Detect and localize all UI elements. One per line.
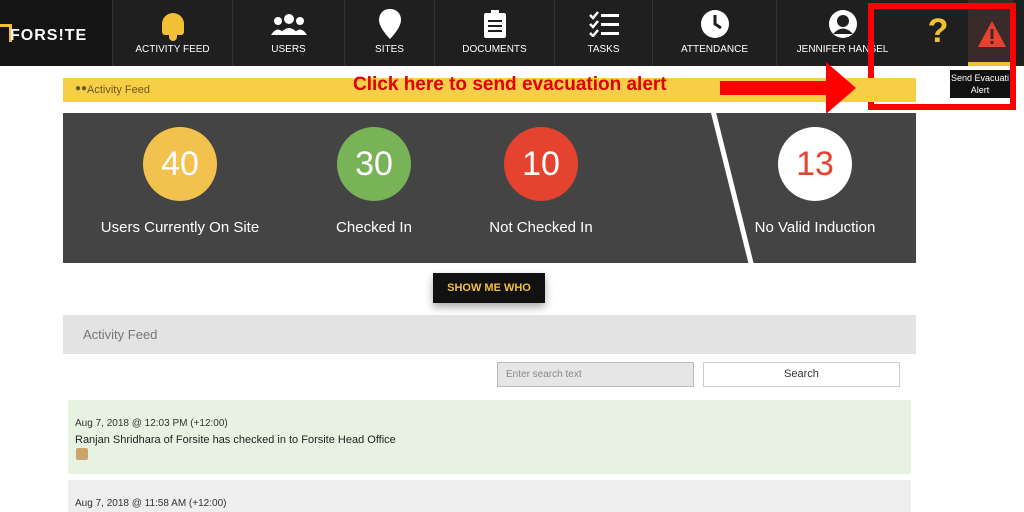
feed-entry: Aug 7, 2018 @ 11:58 AM (+12:00) — [68, 480, 911, 512]
logo-text: FORS!TE — [10, 27, 88, 44]
nav-activity-feed[interactable]: ACTIVITY FEED — [112, 0, 232, 66]
nav-label: USERS — [271, 44, 306, 55]
entry-timestamp: Aug 7, 2018 @ 12:03 PM (+12:00) — [75, 418, 228, 429]
bell-icon — [113, 8, 232, 41]
checklist-icon — [555, 8, 652, 40]
feed-title: Activity Feed — [83, 327, 158, 342]
search-input[interactable]: Enter search text — [497, 362, 694, 387]
nav-label: ACTIVITY FEED — [135, 44, 210, 55]
nav-label: TASKS — [587, 44, 620, 55]
stat-users-on-site[interactable]: 40 Users Currently On Site — [80, 127, 280, 236]
nav-users[interactable]: USERS — [232, 0, 344, 66]
stats-panel: 40 Users Currently On Site 30 Checked In… — [63, 113, 916, 263]
users-icon — [233, 8, 344, 40]
stat-not-checked-in[interactable]: 10 Not Checked In — [441, 127, 641, 236]
stat-no-valid-induction[interactable]: 13 No Valid Induction — [715, 127, 915, 236]
map-pin-icon — [345, 8, 434, 40]
feed-entry: Aug 7, 2018 @ 12:03 PM (+12:00) Ranjan S… — [68, 400, 911, 474]
clipboard-icon — [435, 8, 554, 40]
stat-circle: 40 — [143, 127, 217, 201]
activity-feed-header: Activity Feed — [63, 315, 916, 354]
entry-timestamp: Aug 7, 2018 @ 11:58 AM (+12:00) — [75, 498, 227, 509]
nav-tasks[interactable]: TASKS — [554, 0, 652, 66]
nav-label: ATTENDANCE — [680, 44, 749, 55]
show-me-area: SHOW ME WHO — [63, 263, 916, 315]
stat-label: Users Currently On Site — [100, 219, 260, 236]
activity-bar-label: Activity Feed — [87, 84, 150, 96]
nav-documents[interactable]: DOCUMENTS — [434, 0, 554, 66]
stat-circle: 13 — [778, 127, 852, 201]
stat-circle: 30 — [337, 127, 411, 201]
forsite-logo[interactable]: FORS!TE — [0, 0, 112, 66]
nav-sites[interactable]: SITES — [344, 0, 434, 66]
annotation-arrow — [720, 81, 828, 95]
search-button[interactable]: Search — [703, 362, 900, 387]
stat-label: No Valid Induction — [754, 219, 876, 236]
show-me-who-button[interactable]: SHOW ME WHO — [433, 273, 545, 303]
user-photo-icon — [76, 448, 88, 460]
nav-label: SITES — [375, 44, 404, 55]
annotation-arrow-head — [826, 62, 856, 114]
nav-attendance[interactable]: ATTENDANCE — [652, 0, 776, 66]
annotation-callout: Click here to send evacuation alert — [353, 74, 667, 95]
stat-circle: 10 — [504, 127, 578, 201]
users-small-icon: ●● — [75, 83, 88, 94]
stat-label: Not Checked In — [489, 219, 593, 236]
clock-icon — [653, 8, 776, 40]
nav-label: DOCUMENTS — [462, 44, 527, 55]
entry-message: Ranjan Shridhara of Forsite has checked … — [75, 434, 396, 446]
